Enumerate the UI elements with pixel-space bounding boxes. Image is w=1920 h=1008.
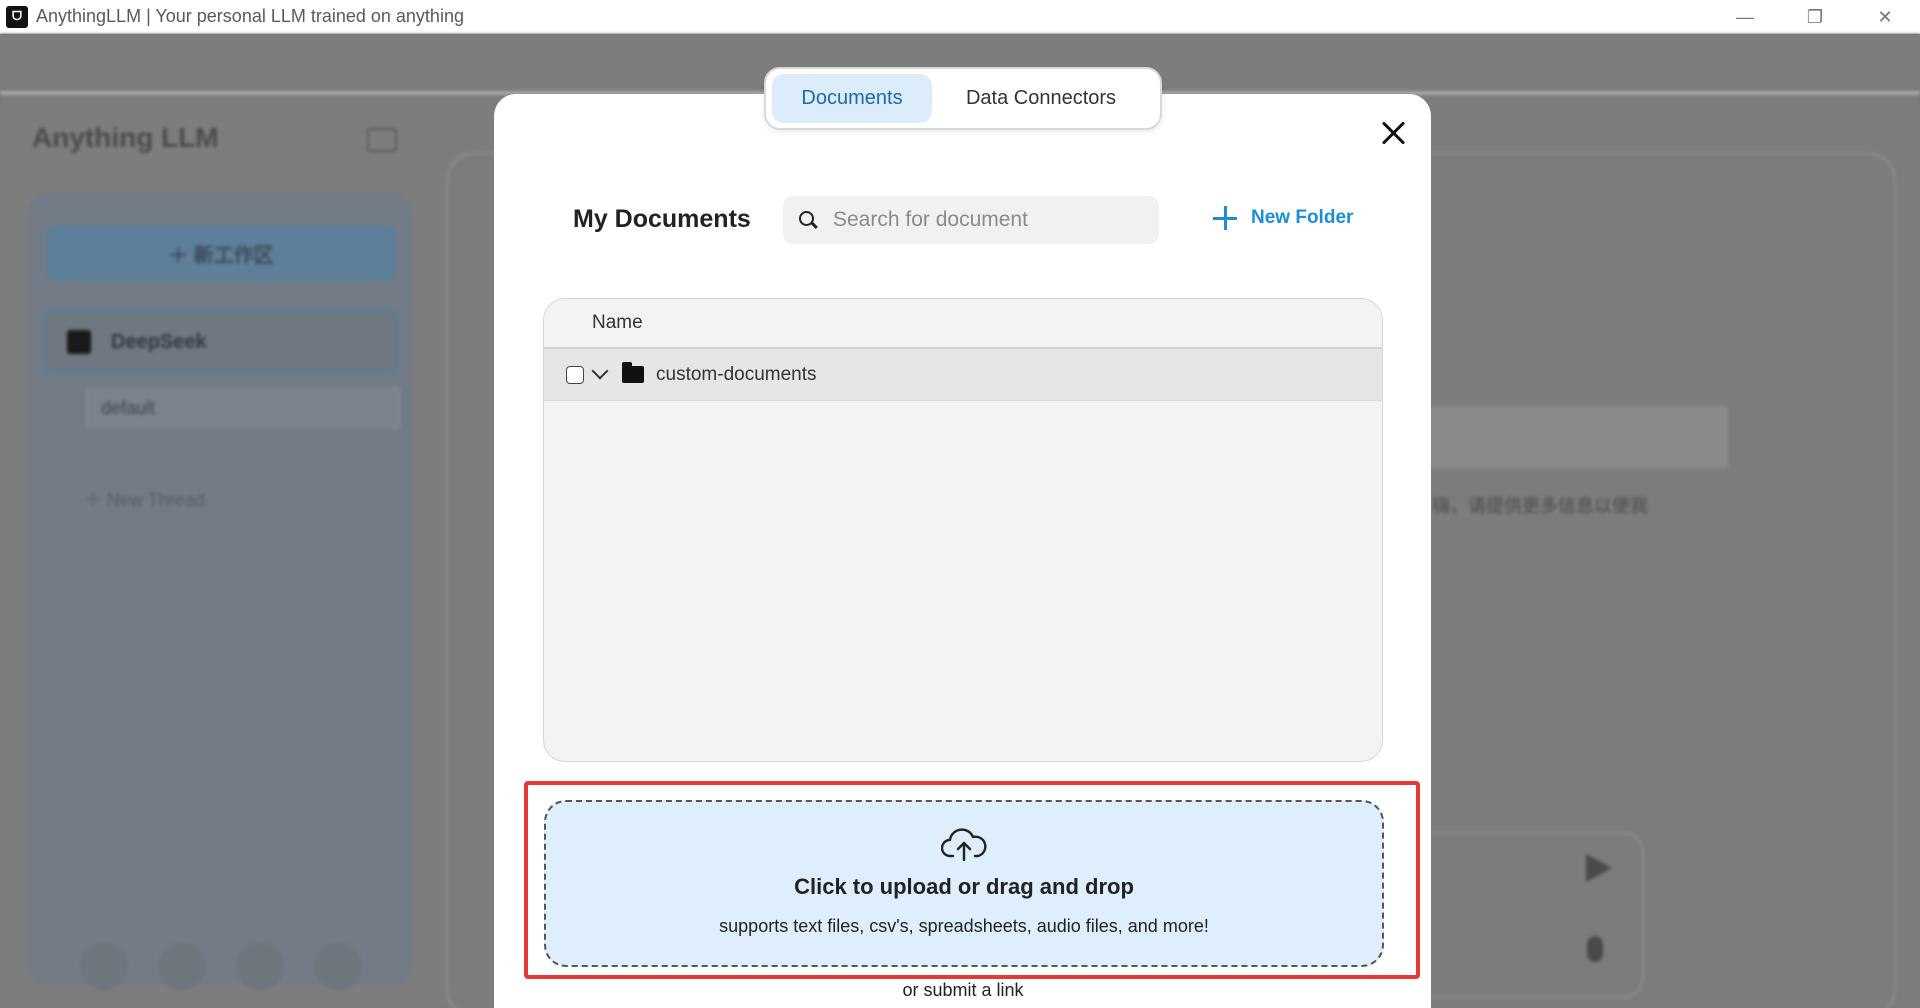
maximize-button[interactable]: ❐ — [1780, 0, 1850, 34]
background-chat-text: 嗨，请提供更多信息以便我 — [1432, 496, 1648, 516]
window-title: AnythingLLM | Your personal LLM trained … — [36, 6, 464, 26]
column-header-name[interactable]: Name — [544, 299, 1382, 349]
folder-icon — [622, 362, 644, 383]
workspace-label: DeepSeek — [111, 330, 207, 353]
close-icon[interactable] — [1376, 116, 1410, 150]
new-folder-label: New Folder — [1251, 207, 1354, 228]
table-row[interactable]: custom-documents — [544, 349, 1382, 401]
search-icon — [799, 211, 817, 229]
page-title: My Documents — [573, 205, 751, 233]
tab-documents[interactable]: Documents — [772, 74, 932, 123]
workspace-grid-icon — [67, 330, 91, 354]
new-thread-button: ＋ New Thread — [84, 490, 205, 510]
window-controls: — ❐ ✕ — [1710, 0, 1920, 34]
file-list: Name custom-documents — [543, 298, 1383, 762]
background-chat-bar — [1430, 406, 1728, 468]
tab-data-connectors[interactable]: Data Connectors — [946, 74, 1136, 123]
microphone-icon — [1587, 936, 1603, 962]
thread-item: default — [86, 388, 400, 428]
modal-tabs: Documents Data Connectors — [764, 67, 1162, 130]
new-folder-button[interactable]: New Folder — [1213, 206, 1353, 230]
search-input[interactable] — [833, 208, 1133, 232]
cloud-upload-icon — [941, 828, 987, 862]
upload-title: Click to upload or drag and drop — [794, 874, 1134, 899]
row-checkbox[interactable] — [566, 365, 584, 384]
sidebar-toggle-icon — [367, 128, 397, 152]
upload-subtitle: supports text files, csv's, spreadsheets… — [719, 916, 1209, 936]
close-window-button[interactable]: ✕ — [1850, 0, 1920, 34]
minimize-button[interactable]: — — [1710, 0, 1780, 34]
send-icon — [1586, 854, 1612, 882]
new-workspace-button: ＋ 新工作区 — [46, 225, 396, 281]
submit-link[interactable]: or submit a link — [0, 980, 1920, 1001]
app-logo-icon: ᗜ — [6, 5, 28, 28]
background-logo: Anything LLM — [32, 122, 219, 153]
upload-dropzone[interactable]: Click to upload or drag and drop support… — [544, 800, 1384, 967]
window-titlebar: ᗜ AnythingLLM | Your personal LLM traine… — [0, 0, 1920, 34]
workspace-item: DeepSeek — [42, 310, 400, 374]
search-box[interactable] — [783, 196, 1159, 244]
chevron-down-icon[interactable] — [591, 362, 609, 379]
folder-name: custom-documents — [656, 363, 817, 385]
plus-icon — [1213, 206, 1237, 230]
